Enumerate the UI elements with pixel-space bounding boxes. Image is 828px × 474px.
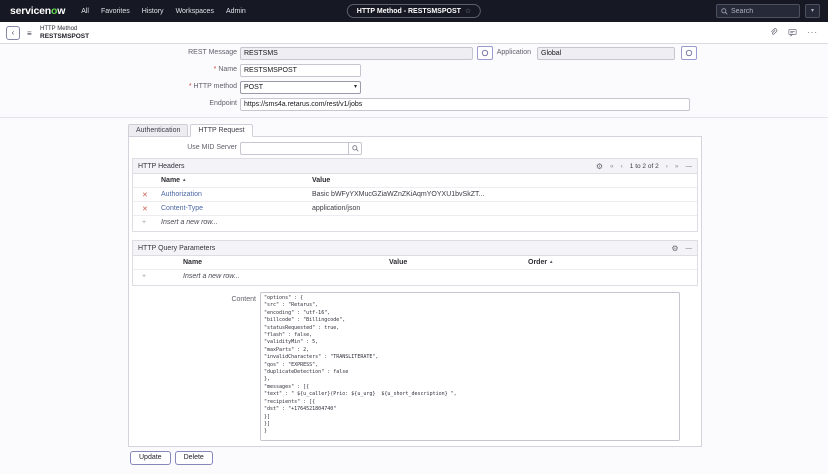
- header-name-link[interactable]: Content-Type: [161, 205, 203, 212]
- nav-item-workspaces[interactable]: Workspaces: [176, 8, 214, 15]
- column-header-order[interactable]: Order ▲: [528, 259, 553, 266]
- http-query-params-section: HTTP Query Parameters ⚙ — Name Value Ord…: [132, 240, 698, 286]
- query-params-controls: ⚙ —: [671, 244, 692, 253]
- query-params-column-row: Name Value Order ▲: [133, 256, 697, 270]
- nav-item-history[interactable]: History: [142, 8, 164, 15]
- header-value-cell[interactable]: Basic bWFyYXMucGZiaWZnZKiAqmYOYXU1bvSkZT…: [312, 191, 484, 198]
- insert-new-row: + Insert a new row...: [133, 270, 697, 284]
- http-method-select[interactable]: POST ▾: [240, 81, 361, 94]
- endpoint-field[interactable]: https://sms4a.retarus.com/rest/v1/jobs: [240, 98, 690, 111]
- reference-record-icon: [685, 49, 693, 57]
- top-nav-bar: servicenow All Favorites History Workspa…: [0, 0, 828, 22]
- endpoint-label: Endpoint: [62, 100, 237, 107]
- nav-item-all[interactable]: All: [81, 8, 89, 15]
- http-headers-header-bar: HTTP Headers ⚙ « ‹ 1 to 2 of 2 › » —: [133, 159, 697, 174]
- http-headers-controls: ⚙ « ‹ 1 to 2 of 2 › » —: [596, 162, 692, 171]
- http-headers-column-row: Name ▲ Value: [133, 174, 697, 188]
- mid-server-lookup-button[interactable]: [348, 143, 361, 154]
- application-field: Global: [537, 47, 675, 60]
- delete-row-icon[interactable]: ✕: [142, 205, 148, 213]
- nav-menu: All Favorites History Workspaces Admin: [81, 8, 246, 15]
- search-input[interactable]: [731, 8, 791, 15]
- http-headers-title: HTTP Headers: [138, 163, 185, 170]
- previous-page-icon[interactable]: ‹: [621, 163, 623, 170]
- application-preview-button[interactable]: [681, 46, 697, 60]
- form-context-menu-icon[interactable]: ≡: [27, 29, 32, 38]
- form-tabs: Authentication HTTP Request: [128, 124, 253, 137]
- insert-new-row: + Insert a new row...: [133, 216, 697, 230]
- mid-server-label: Use MID Server: [62, 144, 237, 151]
- delete-button[interactable]: Delete: [175, 451, 213, 465]
- content-label: Content: [81, 296, 256, 303]
- record-title: HTTP Method RESTSMSPOST: [40, 25, 89, 41]
- sort-ascending-icon: ▲: [182, 177, 186, 182]
- logo-text-end: w: [57, 5, 65, 17]
- column-header-value[interactable]: Value: [312, 177, 330, 184]
- gear-icon[interactable]: ⚙: [671, 244, 678, 253]
- form-footer-buttons: Update Delete: [130, 451, 213, 465]
- column-header-name[interactable]: Name ▲: [161, 177, 187, 184]
- servicenow-logo[interactable]: servicenow: [10, 5, 65, 17]
- insert-row-icon[interactable]: +: [142, 219, 146, 226]
- collapse-section-icon[interactable]: —: [686, 163, 693, 170]
- record-header-bar: ‹ ≡ HTTP Method RESTSMSPOST ···: [0, 22, 828, 44]
- record-type-label: HTTP Method: [40, 25, 89, 33]
- logo-text: servicen: [10, 5, 51, 17]
- last-page-icon[interactable]: »: [675, 163, 679, 170]
- chevron-down-icon: ▾: [354, 82, 357, 93]
- header-name-link[interactable]: Authorization: [161, 191, 202, 198]
- pagination-label: 1 to 2 of 2: [630, 163, 659, 170]
- column-header-name[interactable]: Name: [183, 259, 202, 266]
- content-textarea[interactable]: "options" : { "src" : "Retarus", "encodi…: [260, 292, 680, 441]
- name-field[interactable]: RESTSMSPOST: [240, 64, 361, 77]
- update-button[interactable]: Update: [130, 451, 171, 465]
- search-scope-dropdown[interactable]: ▾: [805, 4, 820, 18]
- servicenow-app: servicenow All Favorites History Workspa…: [0, 0, 828, 474]
- query-params-header-bar: HTTP Query Parameters ⚙ —: [133, 241, 697, 256]
- first-page-icon[interactable]: «: [610, 163, 614, 170]
- insert-row-label[interactable]: Insert a new row...: [161, 219, 218, 226]
- query-params-title: HTTP Query Parameters: [138, 245, 215, 252]
- application-label: Application: [433, 49, 531, 56]
- tab-authentication[interactable]: Authentication: [128, 124, 188, 137]
- sort-ascending-icon: ▲: [549, 259, 553, 264]
- header-value-cell[interactable]: application/json: [312, 205, 360, 212]
- http-headers-section: HTTP Headers ⚙ « ‹ 1 to 2 of 2 › » — Nam…: [132, 158, 698, 232]
- delete-row-icon[interactable]: ✕: [142, 191, 148, 199]
- http-method-selected-value: POST: [244, 84, 263, 91]
- open-record-pill-label: HTTP Method - RESTSMSPOST: [357, 8, 461, 15]
- form-divider: [0, 117, 828, 118]
- search-icon: [721, 8, 728, 15]
- global-search[interactable]: [716, 4, 800, 18]
- mid-server-field[interactable]: [240, 142, 362, 155]
- nav-item-admin[interactable]: Admin: [226, 8, 246, 15]
- activity-stream-icon[interactable]: [788, 28, 797, 37]
- mid-server-value: [241, 143, 348, 154]
- favorite-star-icon[interactable]: ☆: [465, 7, 471, 15]
- record-name-label: RESTSMSPOST: [40, 33, 89, 41]
- column-header-value[interactable]: Value: [389, 259, 407, 266]
- attachment-paperclip-icon[interactable]: [769, 28, 778, 37]
- http-method-label: HTTP method: [62, 83, 237, 90]
- record-header-actions: ···: [769, 28, 818, 37]
- tab-http-request[interactable]: HTTP Request: [190, 124, 252, 137]
- collapse-section-icon[interactable]: —: [686, 245, 693, 252]
- search-icon: [352, 145, 359, 152]
- header-row-content-type: ✕ Content-Type application/json: [133, 202, 697, 216]
- insert-row-icon[interactable]: +: [142, 273, 146, 280]
- insert-row-label[interactable]: Insert a new row...: [183, 273, 240, 280]
- open-record-pill[interactable]: HTTP Method - RESTSMSPOST ☆: [347, 4, 481, 18]
- nav-item-favorites[interactable]: Favorites: [101, 8, 130, 15]
- rest-message-label: REST Message: [62, 49, 237, 56]
- next-page-icon[interactable]: ›: [666, 163, 668, 170]
- header-row-authorization: ✕ Authorization Basic bWFyYXMucGZiaWZnZK…: [133, 188, 697, 202]
- back-button[interactable]: ‹: [6, 26, 20, 40]
- gear-icon[interactable]: ⚙: [596, 162, 603, 171]
- name-label: Name: [62, 66, 237, 73]
- more-options-icon[interactable]: ···: [807, 28, 818, 37]
